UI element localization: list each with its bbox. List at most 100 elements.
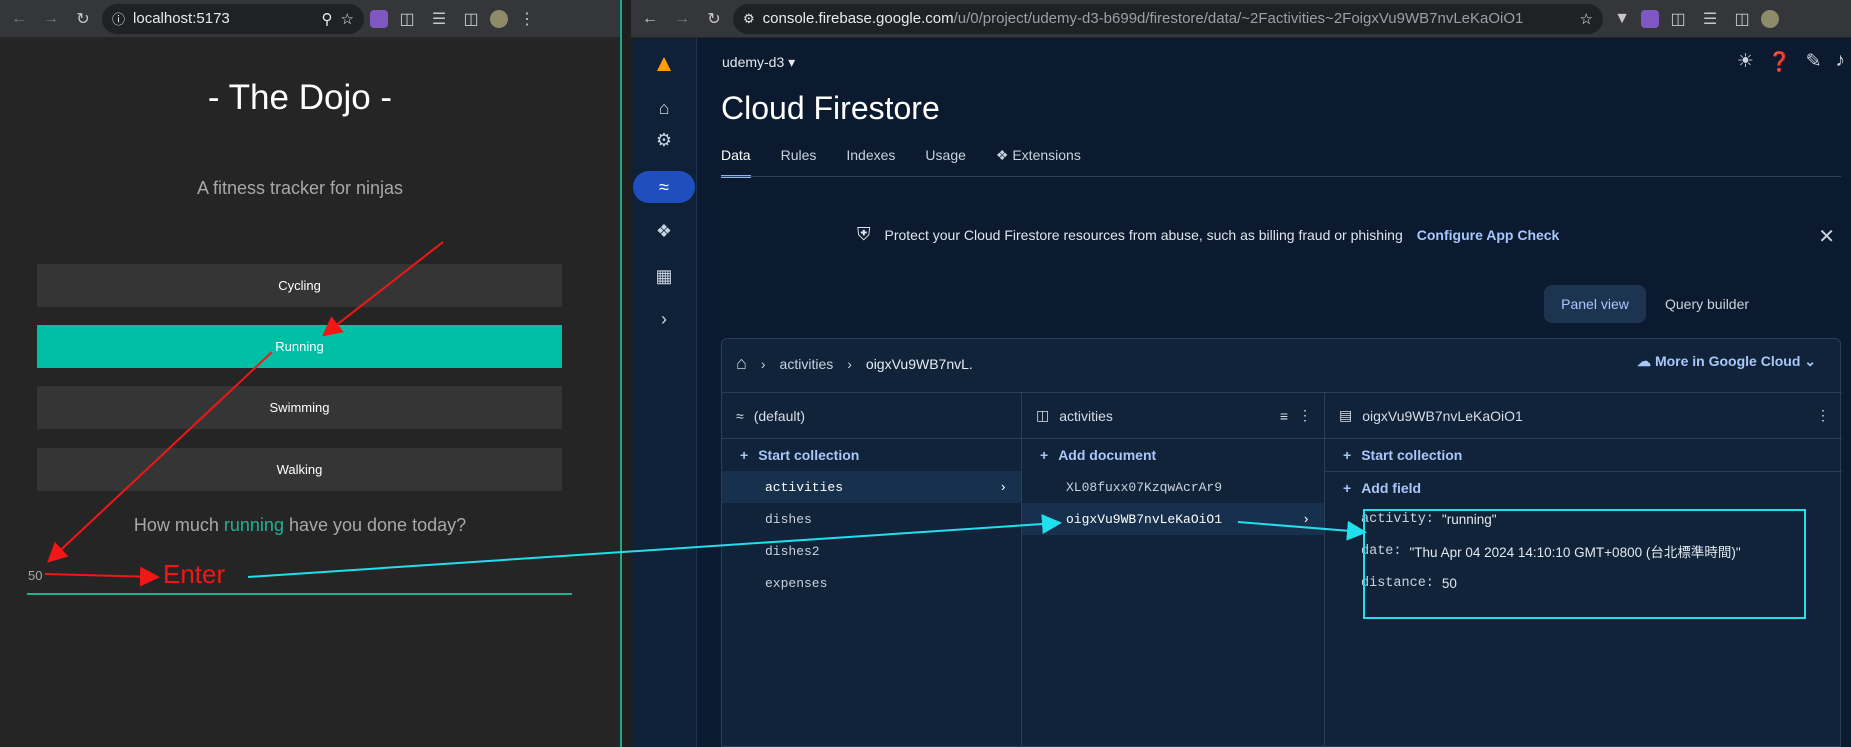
expand-nav-chevron-icon[interactable]: ›: [631, 303, 697, 335]
tab-rules[interactable]: Rules: [781, 147, 817, 178]
reading-list-icon[interactable]: ☰: [426, 6, 452, 32]
start-collection-label: Start collection: [1361, 447, 1463, 463]
left-browser-toolbar: ← → ↻ ⓘ localhost:5173 ⚲ ☆ ◫ ☰ ◫ ⋮: [0, 0, 620, 38]
list-item[interactable]: expenses: [722, 567, 1021, 599]
window-divider[interactable]: [620, 0, 631, 747]
page-title: - The Dojo -: [207, 78, 393, 117]
more-vert-icon[interactable]: ⋮: [1816, 407, 1830, 424]
avatar[interactable]: [490, 9, 508, 28]
tab-extensions[interactable]: ❖ Extensions: [996, 147, 1081, 178]
more-label: More in Google Cloud: [1654, 353, 1801, 369]
home-icon[interactable]: ⌂: [736, 353, 747, 374]
list-item[interactable]: XL08fuxx07KzqwAcrAr9: [1022, 471, 1324, 503]
reading-list-icon[interactable]: ☰: [1697, 6, 1723, 32]
settings-gear-icon[interactable]: ⚙: [631, 124, 697, 156]
help-icon[interactable]: ❓: [1768, 50, 1792, 74]
document-id: oigxVu9WB7nvLeKaOiO1: [1066, 511, 1223, 527]
column-header: ◫ activities ≡ ⋮: [1022, 393, 1324, 439]
document-icon: ▤: [1339, 407, 1353, 423]
forward-icon[interactable]: →: [38, 6, 64, 32]
plus-icon: +: [740, 447, 749, 463]
activity-button-cycling[interactable]: Cycling: [37, 264, 562, 307]
firebase-logo-icon[interactable]: ▲: [631, 48, 697, 80]
collection-name: activities: [765, 479, 844, 495]
breadcrumb-collection[interactable]: activities: [780, 356, 834, 372]
list-item[interactable]: oigxVu9WB7nvLeKaOiO1 ›: [1022, 503, 1324, 535]
collection-column: ◫ activities ≡ ⋮ + Add document XL08fuxx0…: [1022, 393, 1325, 747]
page-title: Cloud Firestore: [721, 90, 940, 126]
address-url: localhost:5173: [133, 10, 230, 27]
close-icon[interactable]: ✕: [1818, 224, 1835, 249]
list-item[interactable]: activities ›: [722, 471, 1021, 503]
start-collection-button[interactable]: + Start collection: [722, 439, 1021, 471]
all-products-grid-icon[interactable]: ▦: [631, 260, 697, 292]
column-title: (default): [753, 407, 806, 424]
firestore-nav-icon[interactable]: ≈: [631, 171, 697, 203]
project-name: udemy-d3: [722, 54, 785, 70]
list-item[interactable]: dishes: [722, 503, 1021, 535]
highlight-box-fields: [1363, 509, 1806, 619]
forward-icon[interactable]: →: [669, 6, 695, 32]
add-field-button[interactable]: + Add field: [1325, 471, 1842, 503]
right-browser-window: ← → ↻ ⚙ console.firebase.google.com/u/0/…: [631, 0, 1851, 747]
puzzle-icon[interactable]: ◫: [1665, 6, 1691, 32]
dojo-app: - The Dojo - A fitness tracker for ninja…: [0, 38, 620, 747]
firebase-console: udemy-d3 ▾ ☀ ❓ ✎ ♪ Cloud Firestore Data …: [697, 38, 1851, 747]
more-in-google-cloud-link[interactable]: ☁ More in Google Cloud ⌄: [1637, 353, 1816, 370]
notifications-bell-icon[interactable]: ♪: [1836, 50, 1846, 74]
more-vert-icon[interactable]: ⋮: [1298, 407, 1312, 424]
query-builder-button[interactable]: Query builder: [1655, 285, 1759, 323]
bookmark-star-icon[interactable]: ☆: [341, 10, 354, 28]
plus-icon: +: [1040, 447, 1049, 463]
column-title: activities: [1059, 407, 1113, 424]
theme-toggle-icon[interactable]: ☀: [1737, 50, 1754, 74]
menu-kebab-icon[interactable]: ⋮: [514, 6, 540, 32]
start-collection-label: Start collection: [758, 447, 860, 463]
activity-button-running[interactable]: Running: [37, 325, 562, 368]
tab-indexes[interactable]: Indexes: [846, 147, 895, 178]
collection-icon: ◫: [1036, 407, 1050, 423]
tab-data[interactable]: Data: [721, 147, 751, 178]
filter-icon[interactable]: ≡: [1280, 408, 1288, 424]
site-settings-icon[interactable]: ⚙: [743, 11, 755, 27]
side-panel-icon[interactable]: ◫: [1729, 6, 1755, 32]
extension-icon[interactable]: [1641, 9, 1659, 28]
chevron-right-icon: ›: [760, 355, 766, 372]
project-selector[interactable]: udemy-d3 ▾: [722, 54, 795, 71]
panel-view-button[interactable]: Panel view: [1544, 285, 1646, 323]
avatar[interactable]: [1761, 9, 1779, 28]
annotation-enter: Enter: [163, 559, 226, 589]
question-prefix: How much: [133, 515, 219, 535]
configure-app-check-link[interactable]: Configure App Check: [1417, 227, 1560, 243]
reload-icon[interactable]: ↻: [70, 6, 96, 32]
banner-text: Protect your Cloud Firestore resources f…: [884, 226, 1403, 243]
side-panel-icon[interactable]: ◫: [458, 6, 484, 32]
distance-input[interactable]: 50: [28, 568, 42, 583]
list-item[interactable]: dishes2: [722, 535, 1021, 567]
address-bar[interactable]: ⚙ console.firebase.google.com/u/0/projec…: [733, 3, 1603, 34]
activity-button-walking[interactable]: Walking: [37, 448, 562, 491]
add-document-button[interactable]: + Add document: [1022, 439, 1324, 471]
address-bar[interactable]: ⓘ localhost:5173 ⚲ ☆: [102, 3, 364, 34]
extensions-nav-icon[interactable]: ❖: [631, 215, 697, 247]
reload-icon[interactable]: ↻: [701, 6, 727, 32]
notes-icon[interactable]: ✎: [1806, 50, 1822, 74]
chevron-right-icon: ›: [847, 355, 852, 372]
tab-usage[interactable]: Usage: [925, 147, 965, 178]
back-icon[interactable]: ←: [6, 6, 32, 32]
top-icons: ☀ ❓ ✎ ♪: [1737, 50, 1845, 74]
activity-button-swimming[interactable]: Swimming: [37, 386, 562, 429]
home-icon[interactable]: ⌂: [631, 92, 697, 124]
bookmark-star-icon[interactable]: ☆: [1580, 10, 1593, 28]
breadcrumb: ⌂ › activities › oigxVu9WB7nvL.: [736, 353, 973, 374]
page-subtitle: A fitness tracker for ninjas: [196, 178, 404, 198]
site-info-icon[interactable]: ⓘ: [112, 9, 125, 28]
zoom-icon[interactable]: ⚲: [322, 10, 333, 28]
back-icon[interactable]: ←: [637, 6, 663, 32]
tab-extensions-label: Extensions: [1012, 147, 1081, 163]
puzzle-icon[interactable]: ◫: [394, 6, 420, 32]
breadcrumb-document[interactable]: oigxVu9WB7nvL.: [866, 356, 973, 372]
vue-devtools-icon[interactable]: ▼: [1609, 6, 1635, 32]
start-collection-button[interactable]: + Start collection: [1325, 439, 1842, 471]
extension-icon[interactable]: [370, 9, 388, 28]
